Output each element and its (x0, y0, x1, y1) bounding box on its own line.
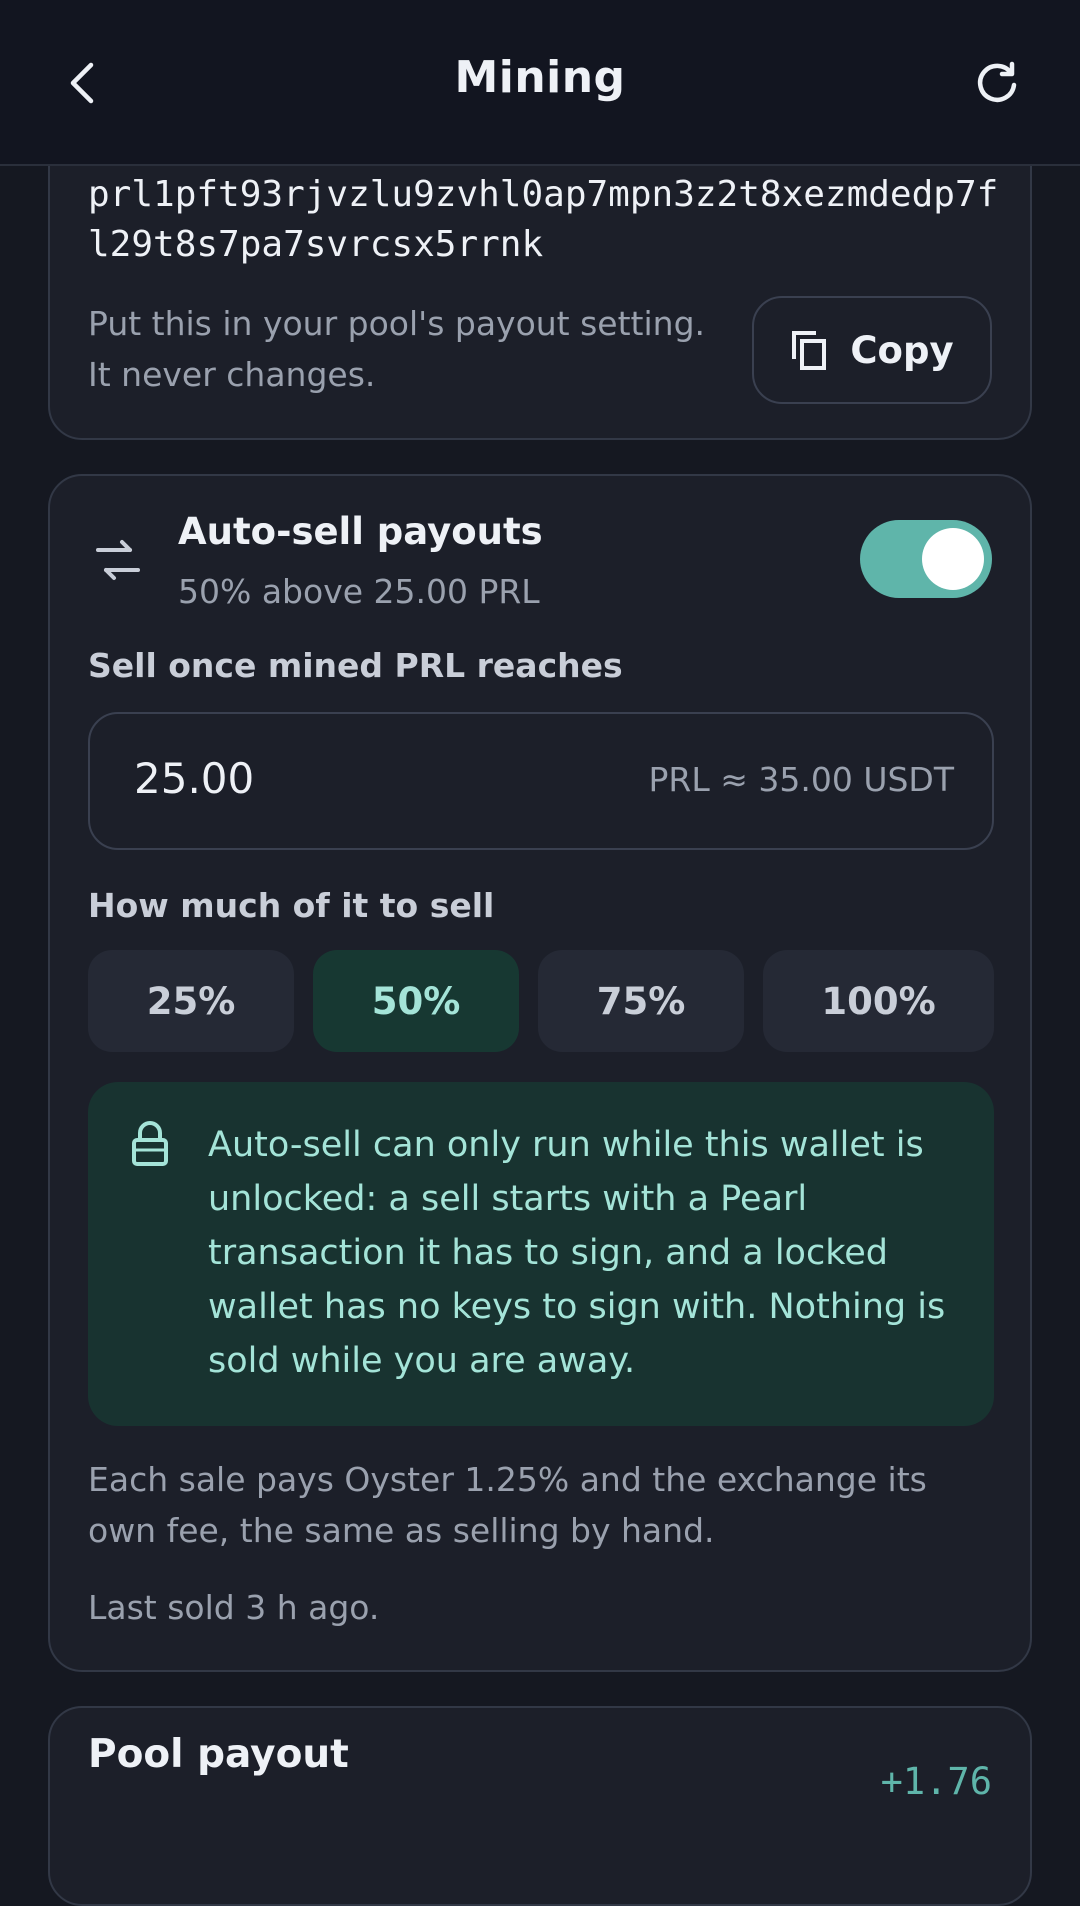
copy-button[interactable]: Copy (752, 296, 992, 404)
pool-payout-amount: +1.76 (880, 1760, 992, 1803)
address-hint: Put this in your pool's payout setting. … (88, 304, 706, 394)
portion-label: How much of it to sell (88, 886, 495, 925)
app-header: Mining (0, 0, 1080, 166)
threshold-conversion: PRL ≈ 35.00 USDT (648, 760, 954, 799)
threshold-label: Sell once mined PRL reaches (88, 646, 623, 685)
unlock-notice: Auto-sell can only run while this wallet… (88, 1082, 994, 1426)
pool-payout-title: Pool payout (88, 1732, 349, 1777)
copy-icon (792, 331, 827, 370)
last-sold-text: Last sold 3 h ago. (88, 1588, 380, 1627)
autosell-title: Auto-sell payouts (178, 510, 543, 553)
portion-option-75[interactable]: 75% (538, 950, 744, 1052)
portion-option-100[interactable]: 100% (763, 950, 994, 1052)
copy-label: Copy (850, 328, 954, 372)
swap-arrows-icon (96, 540, 140, 580)
autosell-subtitle: 50% above 25.00 PRL (178, 572, 540, 611)
portion-option-25[interactable]: 25% (88, 950, 294, 1052)
fee-note: Each sale pays Oyster 1.25% and the exch… (88, 1460, 927, 1550)
payout-address: prl1pft93rjvzlu9zvhl0ap7mpn3z2t8xezmdedp… (88, 174, 999, 265)
pool-payout-card[interactable]: Pool payout +1.76 (48, 1706, 1032, 1906)
portion-option-50[interactable]: 50% (313, 950, 519, 1052)
page-title: Mining (454, 52, 626, 103)
threshold-value: 25.00 (134, 754, 255, 803)
toggle-knob (922, 528, 984, 590)
refresh-icon (977, 61, 1017, 103)
portion-selector: 25% 50% 75% 100% (88, 950, 994, 1052)
autosell-toggle[interactable] (860, 520, 992, 598)
notice-text: Auto-sell can only run while this wallet… (208, 1125, 946, 1381)
autosell-card: Auto-sell payouts 50% above 25.00 PRL Se… (48, 474, 1032, 1672)
lock-icon (132, 1121, 168, 1166)
threshold-input[interactable]: 25.00 PRL ≈ 35.00 USDT (88, 712, 994, 850)
refresh-button[interactable] (962, 48, 1032, 118)
